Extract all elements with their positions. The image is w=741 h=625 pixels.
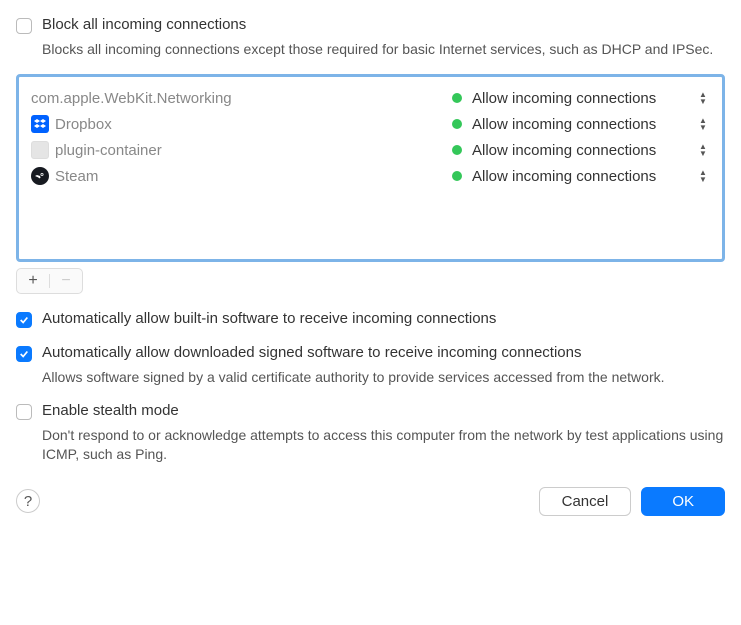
plugin-icon xyxy=(31,141,49,159)
footer: ? Cancel OK xyxy=(16,487,725,516)
status-text: Allow incoming connections xyxy=(472,142,696,159)
status-text: Allow incoming connections xyxy=(472,90,696,107)
status-stepper[interactable]: ▲▼ xyxy=(696,141,710,159)
dropbox-icon xyxy=(31,115,49,133)
auto-signed-checkbox[interactable] xyxy=(16,346,32,362)
auto-signed-desc: Allows software signed by a valid certif… xyxy=(42,368,725,386)
status-dot-icon xyxy=(452,93,462,103)
block-all-label: Block all incoming connections xyxy=(42,16,246,33)
status-dot-icon xyxy=(452,145,462,155)
stealth-checkbox[interactable] xyxy=(16,404,32,420)
block-all-checkbox[interactable] xyxy=(16,18,32,34)
list-toolbar: + − xyxy=(16,268,83,294)
app-row[interactable]: plugin-container Allow incoming connecti… xyxy=(19,137,722,163)
app-name: com.apple.WebKit.Networking xyxy=(31,90,452,107)
auto-signed-label: Automatically allow downloaded signed so… xyxy=(42,344,581,361)
status-text: Allow incoming connections xyxy=(472,116,696,133)
status-dot-icon xyxy=(452,171,462,181)
app-name: Steam xyxy=(55,168,452,185)
status-stepper[interactable]: ▲▼ xyxy=(696,115,710,133)
add-button[interactable]: + xyxy=(17,269,49,293)
steam-icon xyxy=(31,167,49,185)
remove-button[interactable]: − xyxy=(50,269,82,293)
status-stepper[interactable]: ▲▼ xyxy=(696,167,710,185)
app-row[interactable]: com.apple.WebKit.Networking Allow incomi… xyxy=(19,85,722,111)
app-row[interactable]: Steam Allow incoming connections ▲▼ xyxy=(19,163,722,189)
app-name: Dropbox xyxy=(55,116,452,133)
cancel-button[interactable]: Cancel xyxy=(539,487,632,516)
app-list[interactable]: com.apple.WebKit.Networking Allow incomi… xyxy=(16,74,725,262)
status-stepper[interactable]: ▲▼ xyxy=(696,89,710,107)
app-row[interactable]: Dropbox Allow incoming connections ▲▼ xyxy=(19,111,722,137)
stealth-desc: Don't respond to or acknowledge attempts… xyxy=(42,426,725,462)
app-name: plugin-container xyxy=(55,142,452,159)
help-button[interactable]: ? xyxy=(16,489,40,513)
auto-builtin-checkbox[interactable] xyxy=(16,312,32,328)
status-text: Allow incoming connections xyxy=(472,168,696,185)
ok-button[interactable]: OK xyxy=(641,487,725,516)
block-all-desc: Blocks all incoming connections except t… xyxy=(42,40,725,58)
stealth-label: Enable stealth mode xyxy=(42,402,179,419)
status-dot-icon xyxy=(452,119,462,129)
auto-builtin-label: Automatically allow built-in software to… xyxy=(42,310,496,327)
